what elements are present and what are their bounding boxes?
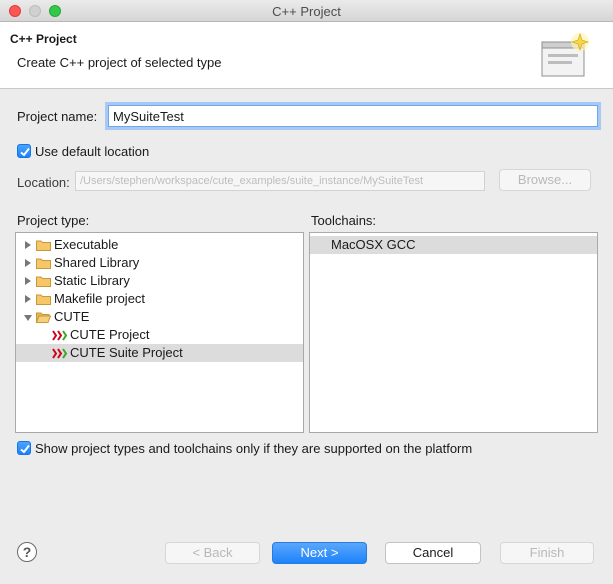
tree-item-cute-suite-project[interactable]: CUTE Suite Project <box>16 344 303 362</box>
tree-item-executable[interactable]: Executable <box>16 236 303 254</box>
wizard-subtitle: Create C++ project of selected type <box>17 55 222 70</box>
tree-item-label: CUTE Suite Project <box>70 345 183 360</box>
folder-icon <box>36 258 51 269</box>
wizard-banner-icon <box>541 33 589 77</box>
expand-arrow-icon[interactable] <box>25 259 31 267</box>
tree-item-label: Executable <box>54 237 119 252</box>
project-type-tree[interactable]: Executable Shared Library Static Library… <box>15 232 304 433</box>
project-name-label: Project name: <box>17 109 98 124</box>
folder-icon <box>36 240 51 251</box>
show-supported-only-label: Show project types and toolchains only i… <box>35 441 473 456</box>
browse-button[interactable]: Browse... <box>499 169 591 191</box>
wizard-header: C++ Project Create C++ project of select… <box>0 22 613 89</box>
location-input[interactable]: /Users/stephen/workspace/cute_examples/s… <box>75 171 485 191</box>
title-bar: C++ Project <box>0 0 613 22</box>
tree-item-static-library[interactable]: Static Library <box>16 272 303 290</box>
next-button[interactable]: Next > <box>272 542 367 564</box>
use-default-location-checkbox[interactable] <box>17 144 31 158</box>
toolchain-item-label: MacOSX GCC <box>331 237 416 252</box>
cute-icon <box>52 330 68 341</box>
toolchain-item-macosx-gcc[interactable]: MacOSX GCC <box>310 236 597 254</box>
folder-icon <box>36 276 51 287</box>
project-type-label: Project type: <box>17 213 90 228</box>
project-name-input[interactable]: MySuiteTest <box>108 105 598 127</box>
tree-item-cute-project[interactable]: CUTE Project <box>16 326 303 344</box>
show-supported-only-checkbox[interactable] <box>17 441 31 455</box>
use-default-location-label: Use default location <box>35 144 150 159</box>
folder-icon <box>36 294 51 305</box>
expand-arrow-icon[interactable] <box>25 295 31 303</box>
tree-item-shared-library[interactable]: Shared Library <box>16 254 303 272</box>
tree-item-cute[interactable]: CUTE <box>16 308 303 326</box>
cancel-button[interactable]: Cancel <box>385 542 481 564</box>
toolchains-label: Toolchains: <box>311 213 377 228</box>
window-title: C++ Project <box>272 4 341 19</box>
expand-arrow-icon[interactable] <box>25 277 31 285</box>
back-button[interactable]: < Back <box>165 542 260 564</box>
finish-button[interactable]: Finish <box>500 542 594 564</box>
tree-item-label: Static Library <box>54 273 130 288</box>
help-icon[interactable]: ? <box>17 542 37 562</box>
expand-arrow-icon[interactable] <box>25 241 31 249</box>
tree-item-label: CUTE Project <box>70 327 150 342</box>
tree-item-label: Shared Library <box>54 255 140 270</box>
location-label: Location: <box>17 175 70 190</box>
tree-item-label: CUTE <box>54 309 90 324</box>
tree-item-makefile-project[interactable]: Makefile project <box>16 290 303 308</box>
collapse-arrow-icon[interactable] <box>24 315 32 321</box>
cute-icon <box>52 348 68 359</box>
wizard-title: C++ Project <box>10 32 77 46</box>
toolchains-list[interactable]: MacOSX GCC <box>309 232 598 433</box>
open-folder-icon <box>36 312 51 323</box>
tree-item-label: Makefile project <box>54 291 146 306</box>
